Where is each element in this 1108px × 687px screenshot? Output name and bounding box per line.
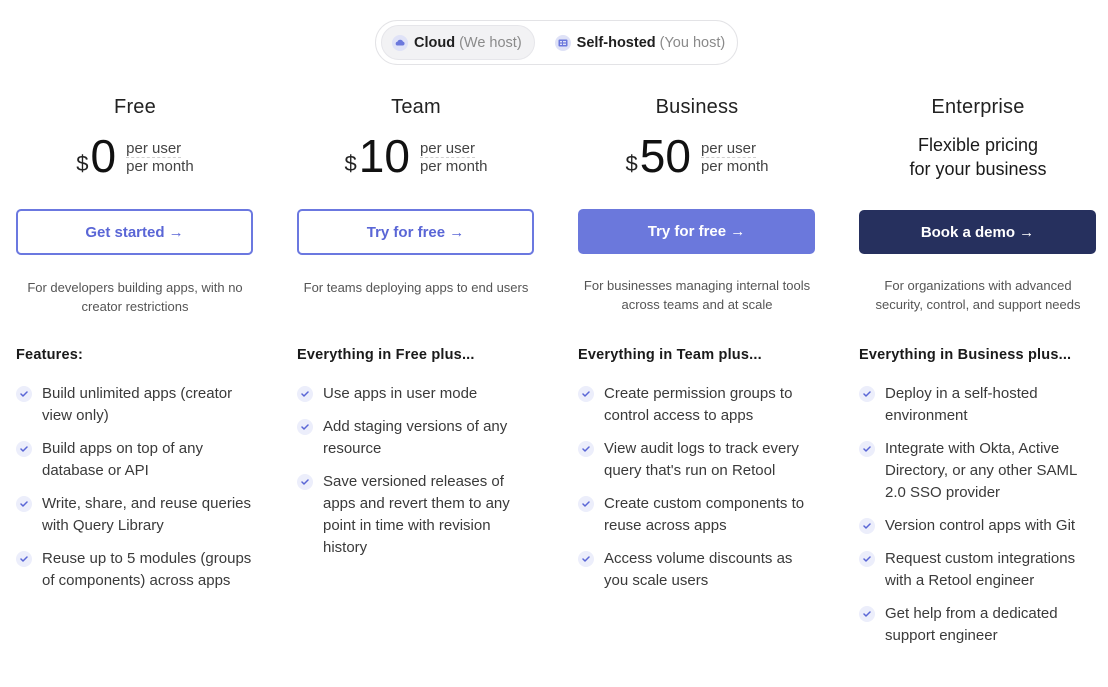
feature-item: Request custom integrations with a Retoo… [859, 548, 1099, 592]
per-month-label: per month [419, 157, 488, 175]
features-heading: Everything in Team plus... [578, 347, 762, 363]
features-heading: Features: [16, 347, 84, 363]
plan-name: Team [391, 96, 441, 118]
feature-item: View audit logs to track every query tha… [578, 438, 818, 482]
feature-text: Use apps in user mode [323, 385, 478, 402]
feature-text: Access volume discounts as you scale use… [604, 550, 793, 589]
feature-item: Access volume discounts as you scale use… [578, 548, 818, 592]
feature-text: Request custom integrations with a Retoo… [885, 550, 1076, 589]
feature-text: Create permission groups to control acce… [604, 385, 793, 424]
check-icon [16, 551, 32, 567]
check-icon [297, 386, 313, 402]
server-icon [554, 34, 571, 51]
price-unit: per user per month [700, 140, 769, 175]
price-amount: 50 [639, 130, 691, 182]
feature-text: Integrate with Okta, Active Directory, o… [885, 440, 1077, 501]
get-started-button[interactable]: Get started → [16, 209, 253, 255]
plan-price: $ 0 per user per month [16, 132, 254, 180]
check-icon [16, 441, 32, 457]
per-user-label[interactable]: per user [126, 140, 182, 158]
plan-name: Business [655, 96, 739, 118]
try-for-free-button[interactable]: Try for free → [578, 209, 815, 254]
check-icon [578, 386, 594, 402]
price-amount: 0 [90, 130, 117, 182]
per-user-label[interactable]: per user [700, 140, 756, 158]
check-icon [16, 386, 32, 402]
feature-item: Write, share, and reuse queries with Que… [16, 493, 256, 537]
feature-item: Version control apps with Git [859, 515, 1099, 537]
feature-item: Add staging versions of any resource [297, 416, 537, 460]
hosting-toggle: Cloud (We host) Self-hosted (You host) [375, 20, 738, 65]
feature-item: Build unlimited apps (creator view only) [16, 383, 256, 427]
feature-text: Version control apps with Git [885, 517, 1076, 534]
feature-item: Get help from a dedicated support engine… [859, 603, 1099, 647]
check-icon [859, 551, 875, 567]
currency-symbol: $ [625, 151, 638, 176]
try-for-free-button[interactable]: Try for free → [297, 209, 534, 255]
check-icon [859, 441, 875, 457]
feature-text: Build unlimited apps (creator view only) [42, 385, 233, 424]
feature-item: Integrate with Okta, Active Directory, o… [859, 438, 1099, 504]
pricing-line: Flexible pricing [917, 135, 1039, 155]
plan-price: $ 50 per user per month [578, 132, 816, 180]
toggle-label: Cloud [414, 34, 456, 51]
toggle-option-self-hosted[interactable]: Self-hosted (You host) [545, 25, 738, 60]
check-icon [297, 474, 313, 490]
plan-name: Enterprise [931, 96, 1025, 118]
feature-text: Build apps on top of any database or API [42, 440, 203, 479]
toggle-note: (We host) [459, 34, 522, 51]
feature-text: Write, share, and reuse queries with Que… [42, 495, 251, 534]
feature-list: Use apps in user mode Add staging version… [297, 383, 537, 570]
plan-description: For businesses managing internal tools a… [583, 278, 811, 312]
feature-item: Save versioned releases of apps and reve… [297, 471, 537, 559]
plan-name: Free [114, 96, 156, 118]
feature-item: Build apps on top of any database or API [16, 438, 256, 482]
book-demo-button[interactable]: Book a demo → [859, 210, 1096, 254]
plan-description: For teams deploying apps to end users [303, 280, 529, 295]
check-icon [859, 518, 875, 534]
currency-symbol: $ [76, 151, 89, 176]
check-icon [578, 551, 594, 567]
plan-price: $ 10 per user per month [297, 132, 535, 180]
toggle-note: (You host) [659, 34, 726, 51]
feature-item: Deploy in a self-hosted environment [859, 383, 1099, 427]
feature-item: Create custom components to reuse across… [578, 493, 818, 537]
feature-item: Reuse up to 5 modules (groups of compone… [16, 548, 256, 592]
check-icon [297, 419, 313, 435]
feature-text: Add staging versions of any resource [323, 418, 508, 457]
feature-text: Get help from a dedicated support engine… [885, 605, 1058, 644]
feature-text: Create custom components to reuse across… [604, 495, 805, 534]
pricing-line: for your business [909, 159, 1047, 179]
cloud-icon [392, 34, 408, 51]
currency-symbol: $ [344, 151, 357, 176]
feature-text: Deploy in a self-hosted environment [885, 385, 1038, 424]
price-unit: per user per month [419, 140, 488, 175]
toggle-label: Self-hosted [576, 34, 656, 51]
price-unit: per user per month [126, 140, 194, 175]
per-month-label: per month [126, 157, 194, 175]
check-icon [859, 386, 875, 402]
feature-list: Create permission groups to control acce… [578, 383, 818, 603]
feature-item: Use apps in user mode [297, 383, 537, 405]
feature-text: Save versioned releases of apps and reve… [323, 473, 510, 556]
check-icon [859, 606, 875, 622]
plan-description: For organizations with advanced security… [875, 278, 1081, 312]
toggle-option-cloud[interactable]: Cloud (We host) [381, 25, 535, 60]
flexible-pricing-text: Flexible pricing for your business [859, 133, 1097, 181]
feature-text: View audit logs to track every query tha… [604, 440, 799, 479]
feature-list: Build unlimited apps (creator view only)… [16, 383, 256, 603]
plan-description: For developers building apps, with no cr… [27, 280, 243, 314]
check-icon [578, 496, 594, 512]
per-user-label[interactable]: per user [419, 140, 475, 158]
feature-text: Reuse up to 5 modules (groups of compone… [42, 550, 252, 589]
feature-item: Create permission groups to control acce… [578, 383, 818, 427]
price-amount: 10 [358, 130, 410, 182]
features-heading: Everything in Business plus... [859, 347, 1072, 363]
check-icon [578, 441, 594, 457]
check-icon [16, 496, 32, 512]
feature-list: Deploy in a self-hosted environment Integ… [859, 383, 1099, 658]
per-month-label: per month [700, 157, 769, 175]
features-heading: Everything in Free plus... [297, 347, 475, 363]
